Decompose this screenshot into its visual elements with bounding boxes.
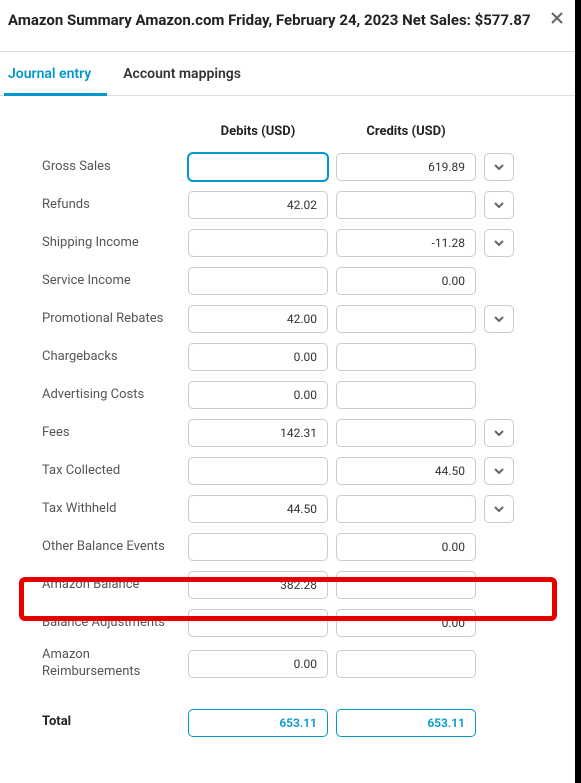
debit-input[interactable] [188,305,328,333]
credit-input[interactable] [336,343,476,371]
row-label: Balance Adjustments [42,615,180,632]
col-header-label [42,124,180,139]
expand-row-button[interactable] [484,457,514,485]
row-label: Gross Sales [42,159,180,176]
debit-input[interactable] [188,495,328,523]
chevron-down-icon [494,430,504,436]
col-header-debits: Debits (USD) [188,124,328,139]
table-row: Service Income [42,267,539,295]
debit-input[interactable] [188,571,328,599]
table-row: Amazon Reimbursements [42,647,539,681]
chevron-down-icon [494,506,504,512]
credit-input[interactable] [336,650,476,678]
table-row: Refunds [42,191,539,219]
modal-header: Amazon Summary Amazon.com Friday, Februa… [0,0,581,43]
debit-input[interactable] [188,381,328,409]
tabs-bar: Journal entry Account mappings [0,51,581,96]
debit-input[interactable] [188,609,328,637]
expand-row-button[interactable] [484,305,514,333]
credit-input[interactable] [336,191,476,219]
total-debit [188,709,328,737]
credit-input[interactable] [336,229,476,257]
credit-input[interactable] [336,571,476,599]
table-row: Amazon Balance [42,571,539,599]
tab-account-mappings[interactable]: Account mappings [123,52,257,95]
table-row: Tax Collected [42,457,539,485]
credit-input[interactable] [336,457,476,485]
credit-input[interactable] [336,381,476,409]
debit-input[interactable] [188,267,328,295]
debit-input[interactable] [188,229,328,257]
credit-input[interactable] [336,305,476,333]
table-row: Chargebacks [42,343,539,371]
row-label: Fees [42,425,180,442]
credit-input[interactable] [336,495,476,523]
credit-input[interactable] [336,267,476,295]
row-label-total: Total [42,714,180,731]
credit-input[interactable] [336,609,476,637]
credit-input[interactable] [336,419,476,447]
row-label: Amazon Reimbursements [42,647,180,681]
debit-input[interactable] [188,650,328,678]
debit-input[interactable] [188,457,328,485]
chevron-down-icon [494,240,504,246]
debit-input[interactable] [188,343,328,371]
debit-input[interactable] [188,533,328,561]
close-icon[interactable] [549,10,565,26]
row-label: Promotional Rebates [42,311,180,328]
row-label: Chargebacks [42,349,180,366]
col-header-credits: Credits (USD) [336,124,476,139]
table-row: Other Balance Events [42,533,539,561]
debit-input[interactable] [188,191,328,219]
row-label: Tax Withheld [42,501,180,518]
expand-row-button[interactable] [484,419,514,447]
credit-input[interactable] [336,153,476,181]
total-credit [336,709,476,737]
row-label: Advertising Costs [42,387,180,404]
table-header: Debits (USD) Credits (USD) [42,124,539,139]
content-area: Debits (USD) Credits (USD) Gross Sales Re… [0,96,581,767]
row-total: Total [42,709,539,737]
expand-row-button[interactable] [484,153,514,181]
row-label: Service Income [42,273,180,290]
chevron-down-icon [494,202,504,208]
row-label: Shipping Income [42,235,180,252]
table-row: Balance Adjustments [42,609,539,637]
row-label: Other Balance Events [42,539,180,556]
chevron-down-icon [494,468,504,474]
debit-input[interactable] [188,419,328,447]
row-label: Tax Collected [42,463,180,480]
table-row: Tax Withheld [42,495,539,523]
expand-row-button[interactable] [484,495,514,523]
table-row: Promotional Rebates [42,305,539,333]
chevron-down-icon [494,316,504,322]
expand-row-button[interactable] [484,229,514,257]
table-row: Advertising Costs [42,381,539,409]
page-title: Amazon Summary Amazon.com Friday, Februa… [8,10,551,31]
row-label: Amazon Balance [42,577,180,594]
debit-input[interactable] [188,153,328,181]
credit-input[interactable] [336,533,476,561]
window-right-edge [575,0,581,783]
table-row: Fees [42,419,539,447]
table-row: Gross Sales [42,153,539,181]
expand-row-button[interactable] [484,191,514,219]
table-row: Shipping Income [42,229,539,257]
chevron-down-icon [494,164,504,170]
row-label: Refunds [42,197,180,214]
tab-journal-entry[interactable]: Journal entry [4,52,107,95]
